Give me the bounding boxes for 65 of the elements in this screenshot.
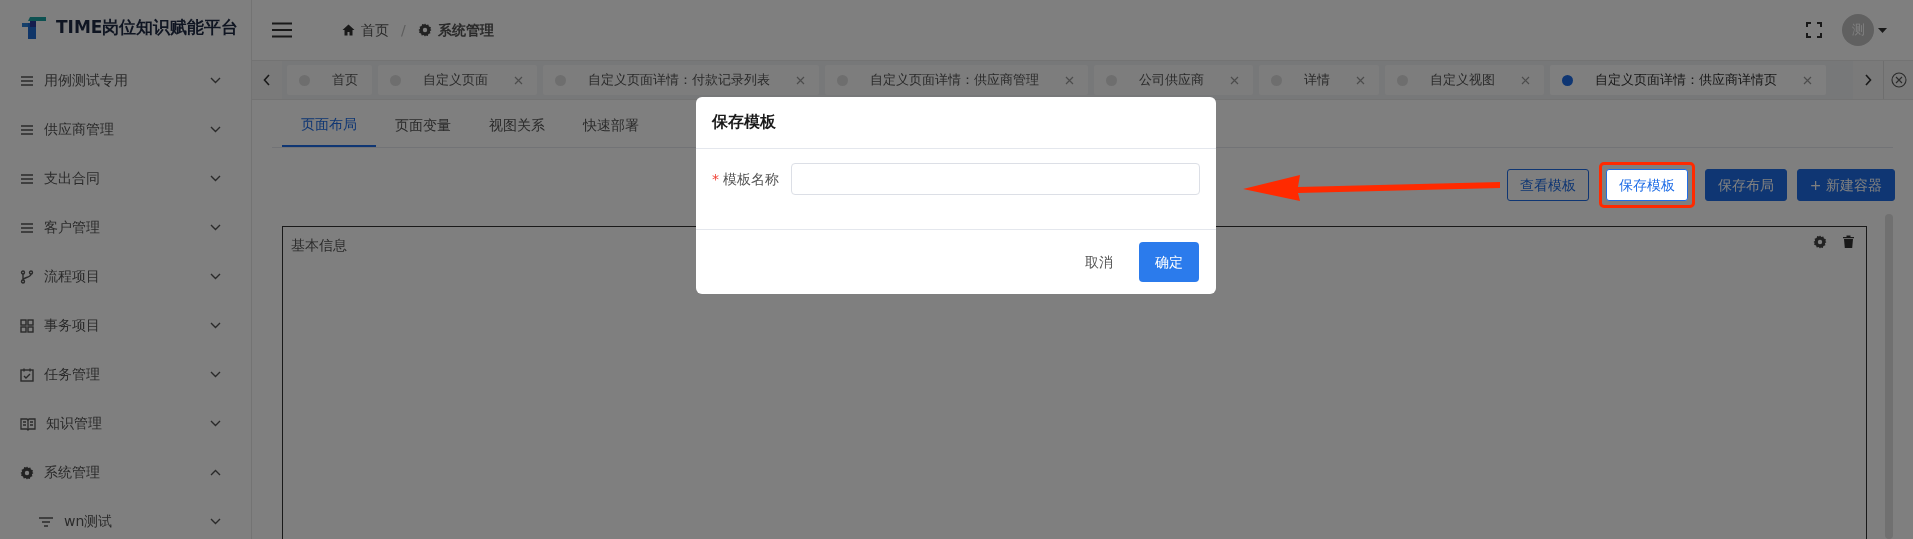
breadcrumb-item[interactable]: 系统管理 <box>437 19 494 41</box>
close-icon[interactable] <box>1521 75 1530 85</box>
caret-icon[interactable] <box>1878 27 1887 33</box>
settings-icon[interactable] <box>1813 235 1827 249</box>
sub-tab[interactable]: 快速部署 <box>564 108 658 147</box>
input-field[interactable] <box>791 163 1200 196</box>
close-icon[interactable] <box>1065 75 1074 85</box>
toolbar-button[interactable]: 保存布局 <box>1704 169 1787 201</box>
page-tab[interactable]: 自定义页面详情：供应商详情页 <box>1550 65 1826 95</box>
filter-icon <box>38 515 54 528</box>
logo-icon <box>22 17 46 39</box>
calendar-check-icon <box>20 367 34 382</box>
sidebar-item[interactable]: 事务项目 <box>0 301 251 350</box>
chevron-left-icon[interactable] <box>263 74 271 86</box>
confirm-button[interactable]: 确定 <box>1139 242 1199 283</box>
toolbar-button[interactable]: 保存模板 <box>1605 169 1688 201</box>
sidebar-item[interactable]: 流程项目 <box>0 252 251 301</box>
fullscreen-icon[interactable] <box>1806 22 1822 38</box>
menu-icon <box>20 220 34 235</box>
panel-title: 基本信息 <box>291 236 347 255</box>
app-title: TIME岗位知识赋能平台 <box>56 16 239 40</box>
modal-title: 保存模板 <box>696 97 1216 150</box>
field-label: 模板名称 <box>723 169 779 189</box>
breadcrumb-separator: / <box>401 20 406 40</box>
breadcrumb-item[interactable]: 首页 <box>361 19 389 41</box>
required-mark: * <box>712 169 719 189</box>
sub-tab[interactable]: 视图关系 <box>470 108 564 147</box>
sidebar-item[interactable]: 用例测试专用 <box>0 56 251 105</box>
close-icon[interactable] <box>1803 75 1812 85</box>
page-tab[interactable]: 自定义视图 <box>1385 65 1544 95</box>
sidebar-item[interactable]: 系统管理 <box>0 448 251 497</box>
sidebar-item[interactable]: wn测试 <box>0 497 251 539</box>
page-tab[interactable]: 自定义页面 <box>378 65 537 95</box>
close-icon[interactable] <box>1356 75 1365 85</box>
toolbar-button[interactable]: 查看模板 <box>1506 169 1589 201</box>
menu-icon <box>20 122 34 137</box>
sidebar-item[interactable]: 客户管理 <box>0 203 251 252</box>
book-icon <box>20 416 36 431</box>
page-tab[interactable]: 自定义页面详情：付款记录列表 <box>543 65 819 95</box>
sidebar-item[interactable]: 知识管理 <box>0 399 251 448</box>
settings-icon <box>417 23 432 37</box>
sidebar-item[interactable]: 任务管理 <box>0 350 251 399</box>
page-tab[interactable]: 首页 <box>287 65 372 95</box>
chevron-right-icon[interactable] <box>1864 74 1872 86</box>
page-tab[interactable]: 详情 <box>1259 65 1379 95</box>
menu-icon <box>20 73 34 88</box>
settings-icon <box>20 465 34 480</box>
trash-icon[interactable] <box>1843 235 1854 249</box>
toolbar-button[interactable]: + 新建容器 <box>1796 169 1895 201</box>
close-icon[interactable] <box>1230 75 1239 85</box>
cancel-button[interactable]: 取消 <box>1071 243 1127 281</box>
sub-tab[interactable]: 页面变量 <box>376 108 470 147</box>
home-icon <box>342 24 355 36</box>
menu-icon[interactable] <box>272 22 292 38</box>
sidebar-item[interactable]: 支出合同 <box>0 154 251 203</box>
page-tab[interactable]: 公司供应商 <box>1094 65 1253 95</box>
page-tab[interactable]: 自定义页面详情：供应商管理 <box>825 65 1088 95</box>
close-icon[interactable] <box>514 75 523 85</box>
branch-icon <box>20 269 34 284</box>
sidebar-item[interactable]: 供应商管理 <box>0 105 251 154</box>
menu-icon <box>20 171 34 186</box>
close-all-icon[interactable] <box>1890 72 1907 88</box>
grid-icon <box>20 318 34 333</box>
close-icon[interactable] <box>796 75 805 85</box>
sub-tab[interactable]: 页面布局 <box>282 108 376 147</box>
